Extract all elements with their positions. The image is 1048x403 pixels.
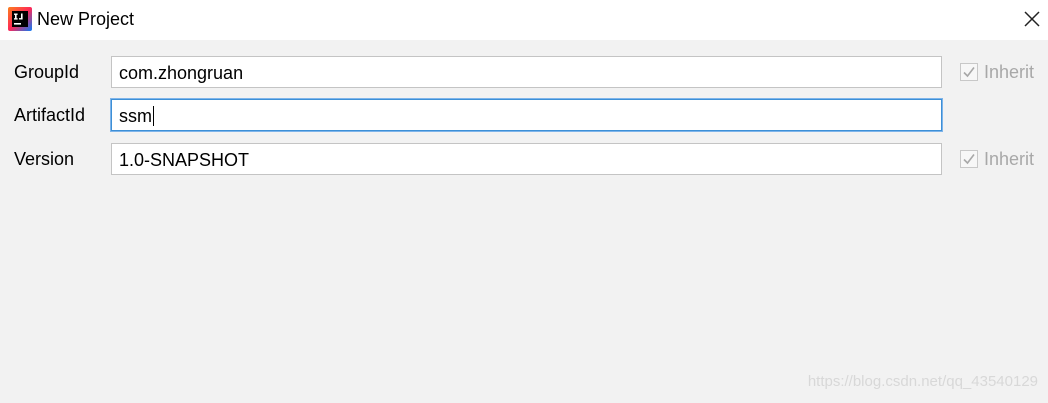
- close-icon[interactable]: [1022, 9, 1042, 29]
- group-id-label: GroupId: [14, 62, 80, 82]
- version-row: Version 1.0-SNAPSHOT Inherit: [0, 143, 1048, 175]
- artifact-id-field[interactable]: ssm: [111, 99, 942, 131]
- version-inherit-label: Inherit: [984, 149, 1035, 169]
- dialog-title: New Project: [37, 9, 135, 29]
- version-value: 1.0-SNAPSHOT: [119, 150, 250, 170]
- new-project-dialog: New Project GroupId com.zhongruan Inheri…: [0, 0, 1048, 403]
- version-inherit-checkbox[interactable]: Inherit: [960, 148, 1034, 170]
- watermark-text: https://blog.csdn.net/qq_43540129: [807, 373, 1038, 390]
- group-id-row: GroupId com.zhongruan Inherit: [0, 56, 1048, 88]
- artifact-id-row: ArtifactId ssm: [0, 99, 1048, 131]
- checkbox-checked-icon[interactable]: [960, 150, 978, 168]
- artifact-id-value: ssm: [119, 106, 152, 126]
- artifact-id-value-wrap: ssm: [119, 105, 154, 127]
- title-bar: New Project: [0, 0, 1048, 40]
- checkbox-checked-icon[interactable]: [960, 63, 978, 81]
- group-id-inherit-label: Inherit: [984, 62, 1035, 82]
- version-label: Version: [14, 149, 75, 169]
- text-caret: [153, 106, 154, 126]
- group-id-field[interactable]: com.zhongruan: [111, 56, 942, 88]
- version-field[interactable]: 1.0-SNAPSHOT: [111, 143, 942, 175]
- artifact-id-label: ArtifactId: [14, 105, 86, 125]
- group-id-inherit-checkbox[interactable]: Inherit: [960, 61, 1034, 83]
- intellij-idea-icon: [8, 7, 32, 31]
- group-id-value: com.zhongruan: [119, 63, 244, 83]
